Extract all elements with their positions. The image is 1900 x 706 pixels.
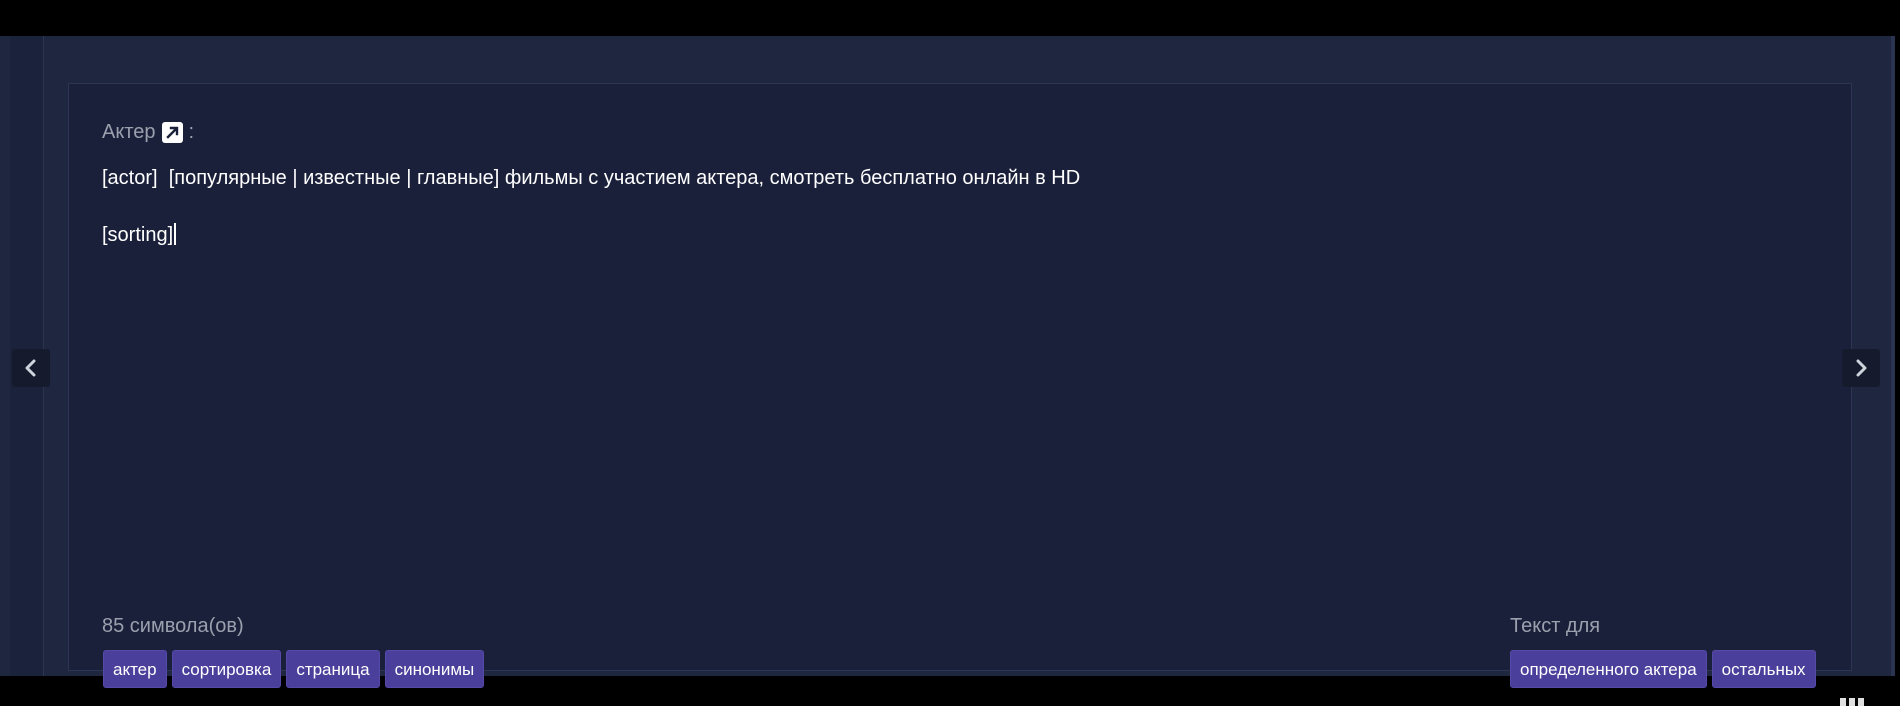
template-line-2-text[interactable]: [sorting] [102,224,173,246]
grip-bar [1840,698,1846,706]
next-slide-button[interactable] [1842,349,1880,387]
chevron-right-icon [1856,359,1867,377]
previous-slide-button[interactable] [12,349,50,387]
tag-sorting-button[interactable]: сортировка [171,650,282,688]
text-for-label: Текст для [1510,615,1601,637]
menu-grip-icon[interactable] [1840,698,1866,706]
specific-actor-button[interactable]: определенного актера [1510,650,1707,688]
grip-bar [1858,698,1864,706]
field-label: Актер : [102,121,194,144]
grip-bar [1849,698,1855,706]
target-tag-group: определенного актера остальных [1510,650,1816,688]
tag-synonyms-button[interactable]: синонимы [384,650,485,688]
external-edit-icon[interactable] [161,122,183,143]
template-blank-line [102,190,1802,223]
tag-actor-button[interactable]: актер [103,650,167,688]
template-text-area[interactable]: [actor] [популярные | известные | главны… [102,166,1802,247]
others-button[interactable]: остальных [1711,650,1816,688]
field-label-suffix: : [188,121,195,143]
text-caret [174,223,177,245]
insert-tag-group: актер сортировка страница синонимы [103,650,485,688]
template-line-1[interactable]: [actor] [популярные | известные | главны… [102,166,1802,190]
right-scrollbar[interactable] [1891,36,1895,676]
character-count: 85 символа(ов) [102,615,244,637]
screen: Актер : [actor] [популярные | известные … [0,0,1900,706]
field-label-text: Актер [102,121,156,143]
template-editor-card: Актер : [actor] [популярные | известные … [68,83,1852,688]
content-panel: Актер : [actor] [популярные | известные … [0,36,1895,688]
template-line-2[interactable]: [sorting] [102,223,1802,247]
chevron-left-icon [25,359,36,377]
tag-page-button[interactable]: страница [286,650,380,688]
